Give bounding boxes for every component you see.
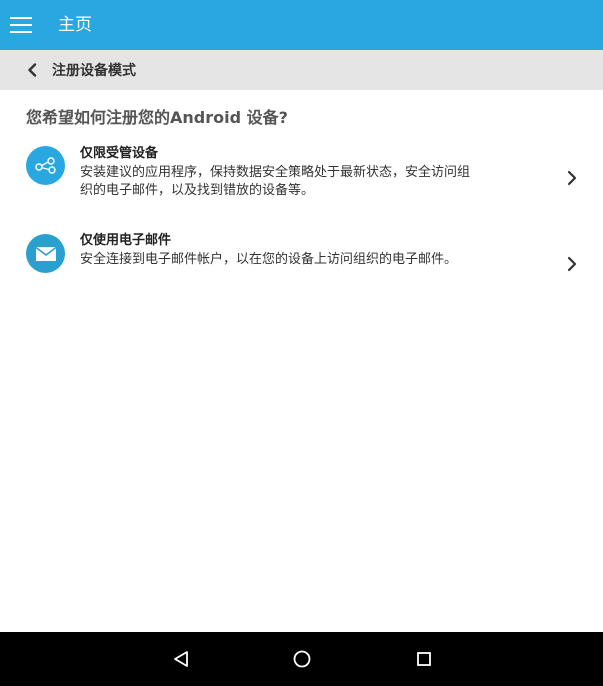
chevron-left-icon <box>28 63 37 77</box>
app-bar-title: 主页 <box>58 15 92 35</box>
option-description: 安全连接到电子邮件帐户，以在您的设备上访问组织的电子邮件。 <box>80 252 458 267</box>
hamburger-menu-icon <box>10 17 32 33</box>
app-screen: 主页 注册设备模式 您希望如何注册您的Android 设备? 仅限受管设备 安装… <box>0 0 603 686</box>
nav-home-circle-icon <box>293 650 311 668</box>
envelope-icon <box>26 234 65 273</box>
option-managed-device[interactable]: 仅限受管设备 安装建议的应用程序，保持数据安全策略处于最新状态，安全访问组织的电… <box>0 140 603 216</box>
option-title: 仅使用电子邮件 <box>80 233 172 248</box>
option-title: 仅限受管设备 <box>80 146 159 161</box>
nav-home-button[interactable] <box>272 632 332 686</box>
nav-back-button[interactable] <box>151 632 211 686</box>
sub-header: 注册设备模式 <box>0 50 603 90</box>
share-nodes-icon <box>26 146 65 185</box>
menu-button[interactable] <box>0 0 58 50</box>
nav-recent-button[interactable] <box>394 632 454 686</box>
nav-recent-square-icon <box>417 652 431 666</box>
page-question: 您希望如何注册您的Android 设备? <box>26 108 288 127</box>
back-button[interactable] <box>0 50 52 90</box>
chevron-right-icon <box>565 168 579 188</box>
nav-back-triangle-icon <box>174 651 188 667</box>
sub-header-title: 注册设备模式 <box>52 63 136 79</box>
chevron-right-icon <box>565 254 579 274</box>
option-description: 安装建议的应用程序，保持数据安全策略处于最新状态，安全访问组织的电子邮件，以及找… <box>80 165 471 198</box>
app-bar: 主页 <box>0 0 603 50</box>
option-email-only[interactable]: 仅使用电子邮件 安全连接到电子邮件帐户，以在您的设备上访问组织的电子邮件。 <box>0 226 603 298</box>
system-nav-bar <box>0 632 603 686</box>
